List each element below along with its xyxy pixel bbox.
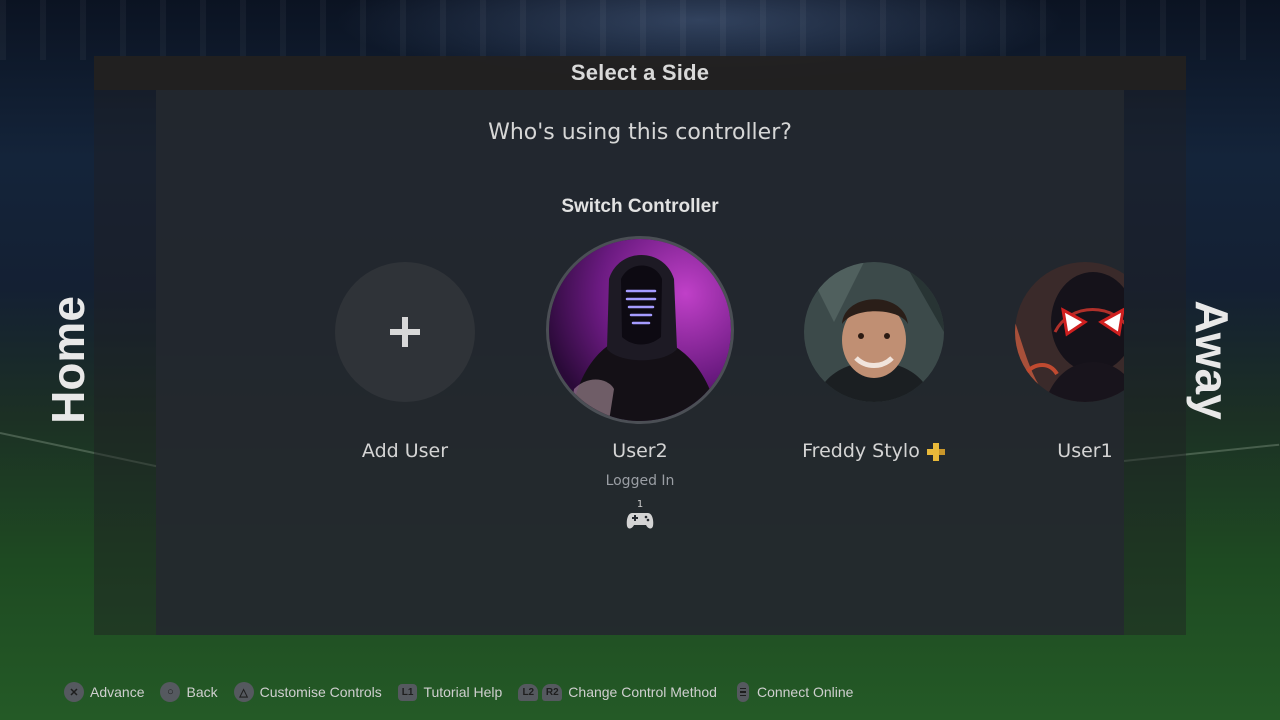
l2-button-icon: L2: [518, 683, 539, 701]
user-card-user1[interactable]: User1: [975, 90, 1124, 635]
playstation-plus-icon: [926, 442, 945, 461]
user2-name: User2: [612, 440, 668, 462]
user-card-freddy-stylo[interactable]: Freddy Stylo: [764, 90, 984, 635]
add-user-label: Add User: [361, 440, 449, 462]
circle-button-icon: ○: [160, 682, 181, 702]
hint-label: Advance: [90, 684, 145, 700]
user1-avatar[interactable]: [1015, 262, 1124, 402]
stadium-background: [0, 0, 1280, 60]
hint-label: Tutorial Help: [423, 684, 503, 700]
page-title: Select a Side: [570, 60, 710, 85]
gamepad-icon: [626, 513, 654, 529]
l1-button-icon: L1: [397, 683, 418, 701]
r2-button-icon: R2: [542, 683, 563, 701]
spider-hero-avatar-image: [1015, 262, 1124, 402]
hint-change-control-method[interactable]: L2 R2 Change Control Method: [518, 683, 717, 701]
triangle-button-icon: △: [233, 682, 254, 702]
away-side-strip: [1124, 90, 1186, 635]
hooded-figure-avatar-image: [549, 239, 731, 421]
hint-label: Connect Online: [756, 684, 854, 700]
title-bar: Select a Side: [94, 56, 1186, 90]
touchpad-button-icon: [736, 682, 749, 702]
freddy-stylo-name: Freddy Stylo: [802, 440, 920, 462]
add-user-card[interactable]: Add User: [295, 90, 515, 635]
user-select-panel: Who's using this controller? Switch Cont…: [156, 90, 1124, 635]
hint-customise-controls[interactable]: △ Customise Controls: [233, 682, 382, 702]
hint-label: Customise Controls: [259, 684, 382, 700]
hint-label: Change Control Method: [568, 684, 717, 700]
cross-button-icon: ✕: [64, 682, 84, 702]
hint-label: Back: [186, 684, 218, 700]
hint-tutorial-help[interactable]: L1 Tutorial Help: [397, 683, 503, 701]
logged-in-status: Logged In: [605, 473, 675, 489]
freddy-stylo-avatar[interactable]: [804, 262, 944, 402]
plus-icon: [390, 317, 420, 347]
controller-number: 1: [636, 499, 644, 510]
home-side-strip: [94, 90, 156, 635]
home-side-label[interactable]: Home: [41, 296, 95, 424]
away-side-label[interactable]: Away: [1185, 300, 1239, 419]
hint-back[interactable]: ○ Back: [160, 682, 218, 702]
button-hints-bar: ✕ Advance ○ Back △ Customise Controls L1…: [64, 682, 869, 702]
hint-advance[interactable]: ✕ Advance: [64, 682, 144, 702]
freddy-stylo-name-row: Freddy Stylo: [764, 440, 984, 462]
user2-avatar[interactable]: [546, 236, 734, 424]
hint-connect-online[interactable]: Connect Online: [733, 682, 854, 702]
photo-avatar-image: [804, 262, 944, 402]
user-card-user2[interactable]: User2 Logged In 1: [530, 90, 750, 635]
user1-name: User1: [1057, 440, 1113, 462]
add-user-button[interactable]: [335, 262, 475, 402]
